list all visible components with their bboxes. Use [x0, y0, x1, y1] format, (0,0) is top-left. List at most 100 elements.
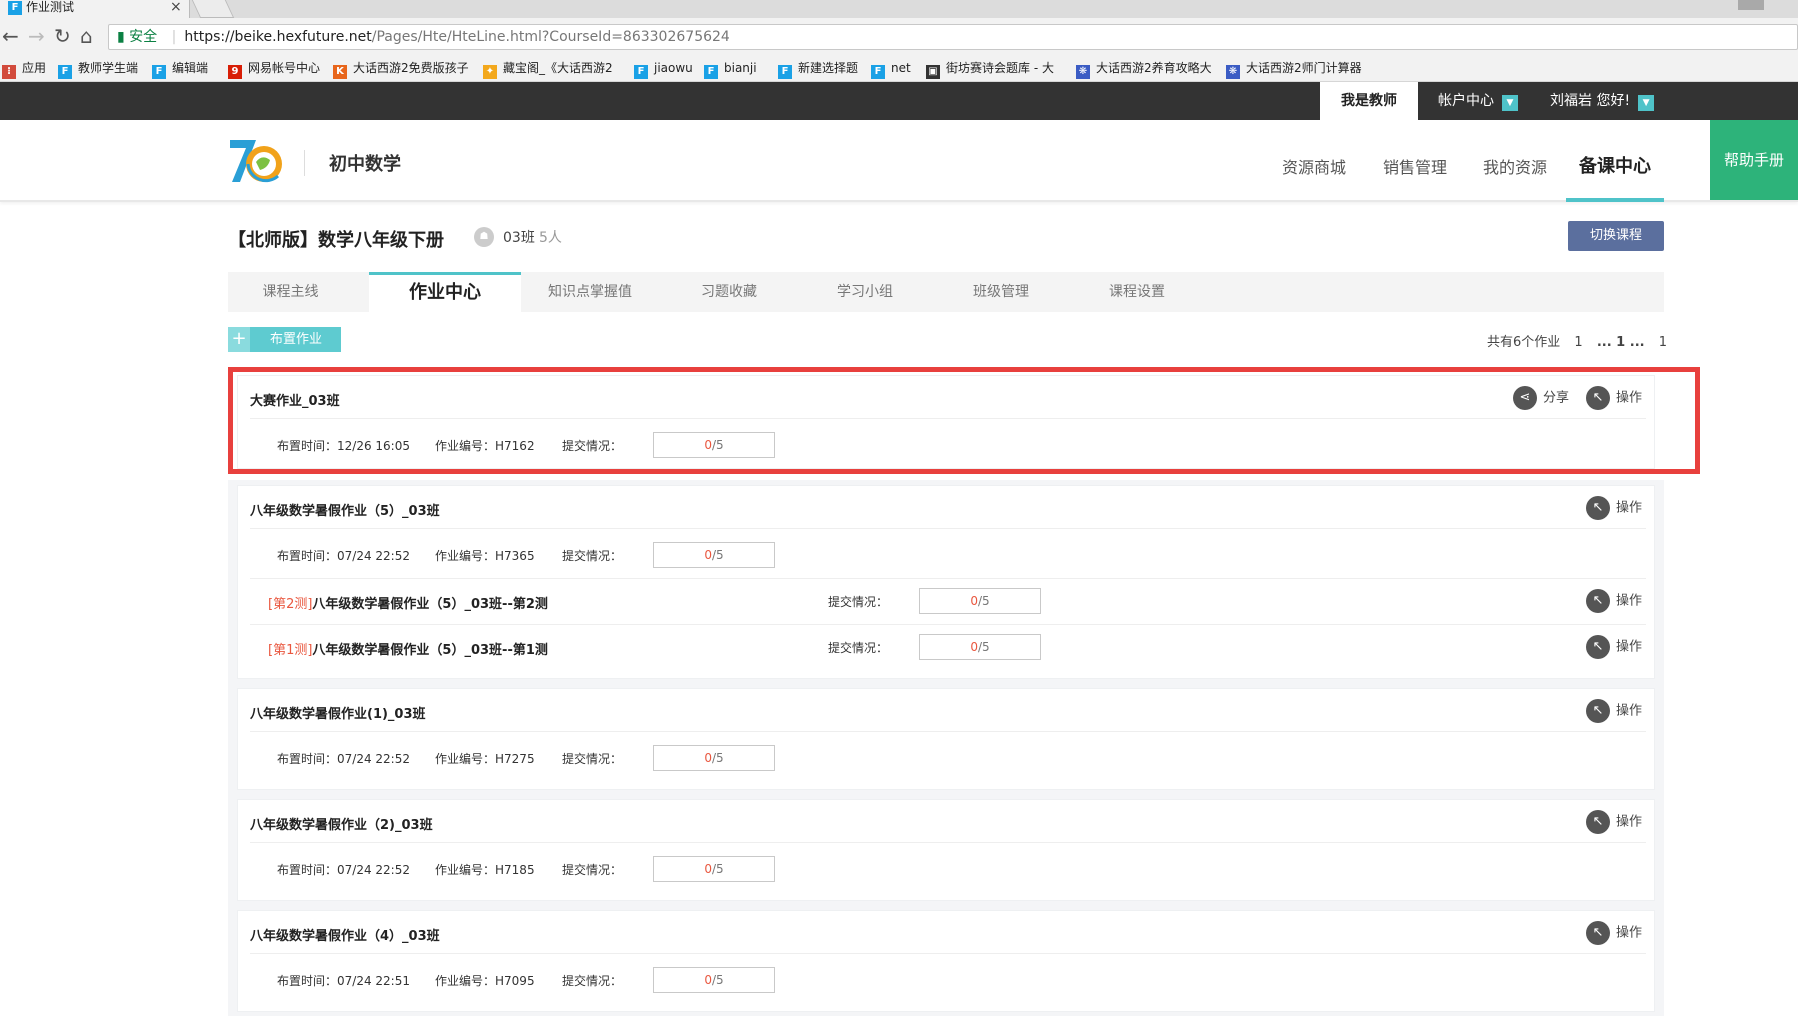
bookmark-item[interactable]: Fjiaowu: [634, 60, 693, 79]
bookmark-item[interactable]: F 新建选择题: [778, 60, 858, 79]
browser-tab[interactable]: F 作业测试 ×: [0, 0, 190, 18]
bookmark-item[interactable]: ▣ 街坊赛诗会题库 - 大: [926, 60, 1054, 79]
tab-homework-center[interactable]: 作业中心: [369, 272, 521, 312]
reload-icon[interactable]: ↻: [54, 24, 71, 48]
homework-title[interactable]: 八年级数学暑假作业(1)_03班: [250, 703, 426, 722]
bookmark-label: 街坊赛诗会题库 - 大: [946, 61, 1054, 75]
submit-total-count: /5: [711, 548, 724, 562]
assign-time-value: 07/24 22:52: [337, 549, 410, 563]
bookmark-item[interactable]: Fbianji: [704, 60, 757, 79]
tab-close-icon[interactable]: ×: [170, 0, 182, 14]
cursor-arrow-icon: ↖: [1586, 589, 1610, 613]
bookmark-item[interactable]: 9 网易帐号中心: [228, 60, 320, 79]
window-control-icon[interactable]: [1738, 0, 1764, 10]
bookmark-label: jiaowu: [654, 61, 693, 75]
bookmark-label: 应用: [22, 61, 47, 75]
operate-button[interactable]: ↖ 操作: [1586, 635, 1642, 659]
nav-active-indicator: [1566, 198, 1664, 202]
page-first[interactable]: 1: [1574, 335, 1582, 350]
page-last[interactable]: 1: [1659, 335, 1667, 350]
submit-total-count: /5: [711, 751, 724, 765]
homework-title[interactable]: 八年级数学暑假作业（4）_03班: [250, 925, 440, 944]
bookmark-label: 新建选择题: [798, 61, 859, 75]
operate-label: 操作: [1616, 925, 1643, 941]
chevron-down-icon[interactable]: ▼: [1502, 95, 1518, 111]
assign-time: 布置时间：07/24 22:52: [277, 861, 410, 878]
switch-course-button[interactable]: 切换课程: [1568, 221, 1664, 251]
help-manual-button[interactable]: 帮助手册: [1710, 120, 1798, 200]
bookmark-icon: F: [704, 65, 718, 79]
chevron-down-icon[interactable]: ▼: [1638, 95, 1655, 111]
homework-title[interactable]: 八年级数学暑假作业（5）_03班: [250, 500, 440, 519]
sub-test-title[interactable]: [第1测]八年级数学暑假作业（5）_03班--第1测: [268, 639, 548, 658]
submit-total-count: /5: [711, 862, 724, 876]
nav-lesson-prep-center[interactable]: 备课中心: [1579, 152, 1651, 178]
submit-status-label: 提交情况：: [828, 595, 889, 609]
assign-homework-label: 布置作业: [270, 332, 323, 347]
tab-study-groups[interactable]: 学习小组: [810, 272, 920, 312]
submit-status-box[interactable]: 0/5: [919, 588, 1041, 614]
url-path: /Pages/Hte/HteLine.html?CourseId=8633026…: [371, 29, 730, 45]
submit-done-count: 0: [704, 973, 712, 987]
class-icon: ☗: [474, 227, 494, 247]
operate-button[interactable]: ↖ 操作: [1586, 589, 1642, 613]
nav-sales-management[interactable]: 销售管理: [1383, 154, 1447, 178]
assign-time-label: 布置时间：: [277, 752, 338, 766]
bookmark-item[interactable]: F 教师学生端: [58, 60, 138, 79]
new-tab-button[interactable]: [191, 0, 235, 18]
tab-knowledge-mastery[interactable]: 知识点掌握值: [528, 272, 652, 312]
tab-course-mainline[interactable]: 课程主线: [228, 272, 353, 312]
submit-status-box[interactable]: 0/5: [919, 634, 1041, 660]
operate-button[interactable]: ↖ 操作: [1586, 699, 1642, 723]
submit-status-box[interactable]: 0/5: [653, 967, 775, 993]
assign-time-label: 布置时间：: [277, 863, 338, 877]
logo-icon[interactable]: [226, 134, 288, 188]
assign-time: 布置时间：07/24 22:52: [277, 750, 410, 767]
bookmarks-bar: ⁝ 应用 F 教师学生端 F 编辑端 9 网易帐号中心 K 大话西游2免费版孩子 ✦ 藏宝阁_《大话西…: [0, 54, 1798, 82]
nav-my-resources[interactable]: 我的资源: [1483, 154, 1547, 178]
homework-code-label: 作业编号：: [435, 549, 496, 563]
submit-status-box[interactable]: 0/5: [653, 542, 775, 568]
bookmark-item[interactable]: K 大话西游2免费版孩子: [333, 60, 469, 79]
bookmark-item[interactable]: F 编辑端: [152, 60, 208, 79]
operate-button[interactable]: ↖ 操作: [1586, 921, 1642, 945]
home-icon[interactable]: ⌂: [80, 24, 93, 48]
sub-test-title[interactable]: [第2测]八年级数学暑假作业（5）_03班--第2测: [268, 593, 548, 612]
homework-title[interactable]: 八年级数学暑假作业（2)_03班: [250, 814, 433, 833]
tab-class-management[interactable]: 班级管理: [946, 272, 1056, 312]
card-divider: [250, 624, 1646, 625]
bookmark-item[interactable]: ❋ 大话西游2师门计算器: [1226, 60, 1362, 79]
homework-total: 共有6个作业: [1487, 335, 1561, 350]
bookmark-item[interactable]: ❋ 大话西游2养育攻略大: [1076, 60, 1212, 79]
operate-button[interactable]: ↖ 操作: [1586, 810, 1642, 834]
assign-homework-button[interactable]: + 布置作业: [228, 327, 341, 352]
tab-exercise-favorites[interactable]: 习题收藏: [674, 272, 784, 312]
card-divider: [250, 528, 1646, 529]
submit-total-count: /5: [977, 594, 990, 608]
user-menu[interactable]: 刘福岩 您好! ▼: [1550, 82, 1655, 120]
submit-status-box[interactable]: 0/5: [653, 856, 775, 882]
tab-course-settings[interactable]: 课程设置: [1082, 272, 1192, 312]
bookmark-item[interactable]: ⁝ 应用: [2, 60, 46, 79]
homework-code-value: H7185: [495, 863, 535, 877]
card-divider: [250, 953, 1646, 954]
operate-label: 操作: [1616, 814, 1643, 830]
address-bar[interactable]: ▮ 安全 | https://beike.hexfuture.net/Pages/…: [108, 24, 1798, 50]
card-divider: [250, 578, 1646, 579]
sub-test-name: 八年级数学暑假作业（5）_03班--第2测: [312, 597, 548, 612]
back-icon[interactable]: ←: [2, 24, 19, 48]
bookmark-item[interactable]: ✦ 藏宝阁_《大话西游2: [483, 60, 613, 79]
nav-resource-store[interactable]: 资源商城: [1282, 154, 1346, 178]
teacher-role-button[interactable]: 我是教师: [1320, 82, 1418, 120]
account-center-menu[interactable]: 帐户中心 ▼: [1438, 82, 1518, 120]
operate-button[interactable]: ↖ 操作: [1586, 496, 1642, 520]
highlight-box: [228, 367, 1700, 474]
sub-test-tag: [第2测]: [268, 597, 313, 612]
bookmark-icon: F: [634, 65, 648, 79]
bookmark-item[interactable]: Fnet: [871, 60, 911, 79]
submit-status-box[interactable]: 0/5: [653, 745, 775, 771]
assign-time: 布置时间：07/24 22:52: [277, 547, 410, 564]
homework-code-label: 作业编号：: [435, 752, 496, 766]
page-current[interactable]: ... 1 ...: [1597, 335, 1645, 350]
forward-icon[interactable]: →: [28, 24, 45, 48]
